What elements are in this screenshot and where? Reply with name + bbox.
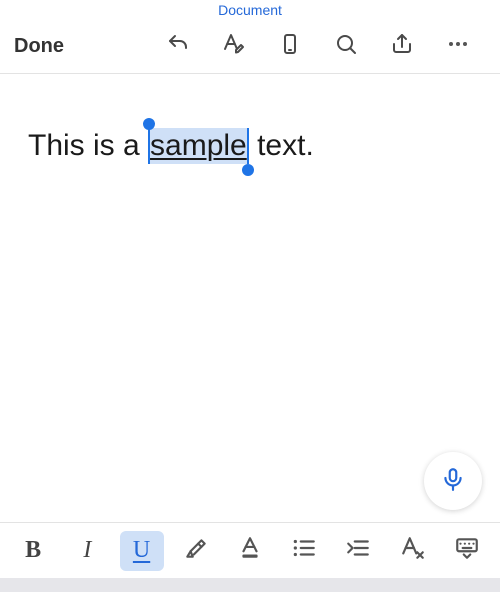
style-button[interactable] — [214, 27, 254, 67]
font-color-icon — [237, 535, 263, 566]
more-icon — [446, 32, 470, 61]
bottom-strip — [0, 578, 500, 592]
text-before-selection: This is a — [28, 129, 148, 162]
selection-handle-start[interactable] — [143, 118, 155, 130]
underline-button[interactable]: U — [120, 531, 164, 571]
font-color-button[interactable] — [228, 531, 272, 571]
undo-button[interactable] — [158, 27, 198, 67]
highlight-button[interactable] — [174, 531, 218, 571]
list-icon — [291, 535, 317, 566]
selected-text[interactable]: sample — [148, 128, 249, 164]
clear-format-button[interactable] — [391, 531, 435, 571]
indent-icon — [345, 535, 371, 566]
document-body[interactable]: This is a sample text. — [0, 74, 500, 164]
more-button[interactable] — [438, 27, 478, 67]
top-toolbar: Done — [0, 20, 500, 74]
mobile-view-button[interactable] — [270, 27, 310, 67]
microphone-icon — [440, 466, 466, 497]
italic-button[interactable]: I — [65, 531, 109, 571]
undo-icon — [166, 32, 190, 61]
keyboard-down-icon — [454, 535, 480, 566]
underline-icon: U — [133, 537, 150, 564]
selection-handle-end[interactable] — [242, 164, 254, 176]
italic-icon: I — [83, 537, 91, 564]
bold-icon: B — [25, 537, 41, 564]
text-after-selection: text. — [249, 129, 314, 162]
indent-button[interactable] — [336, 531, 380, 571]
bullet-list-button[interactable] — [282, 531, 326, 571]
format-toolbar: B I U — [0, 522, 500, 578]
bold-button[interactable]: B — [11, 531, 55, 571]
clear-format-icon — [400, 535, 426, 566]
dictation-button[interactable] — [424, 452, 482, 510]
share-icon — [390, 32, 414, 61]
style-pen-icon — [222, 32, 246, 61]
document-title: Document — [0, 0, 500, 20]
phone-icon — [278, 32, 302, 61]
highlighter-icon — [183, 535, 209, 566]
share-button[interactable] — [382, 27, 422, 67]
hide-keyboard-button[interactable] — [445, 531, 489, 571]
done-button[interactable]: Done — [14, 35, 64, 58]
search-icon — [334, 32, 358, 61]
search-button[interactable] — [326, 27, 366, 67]
